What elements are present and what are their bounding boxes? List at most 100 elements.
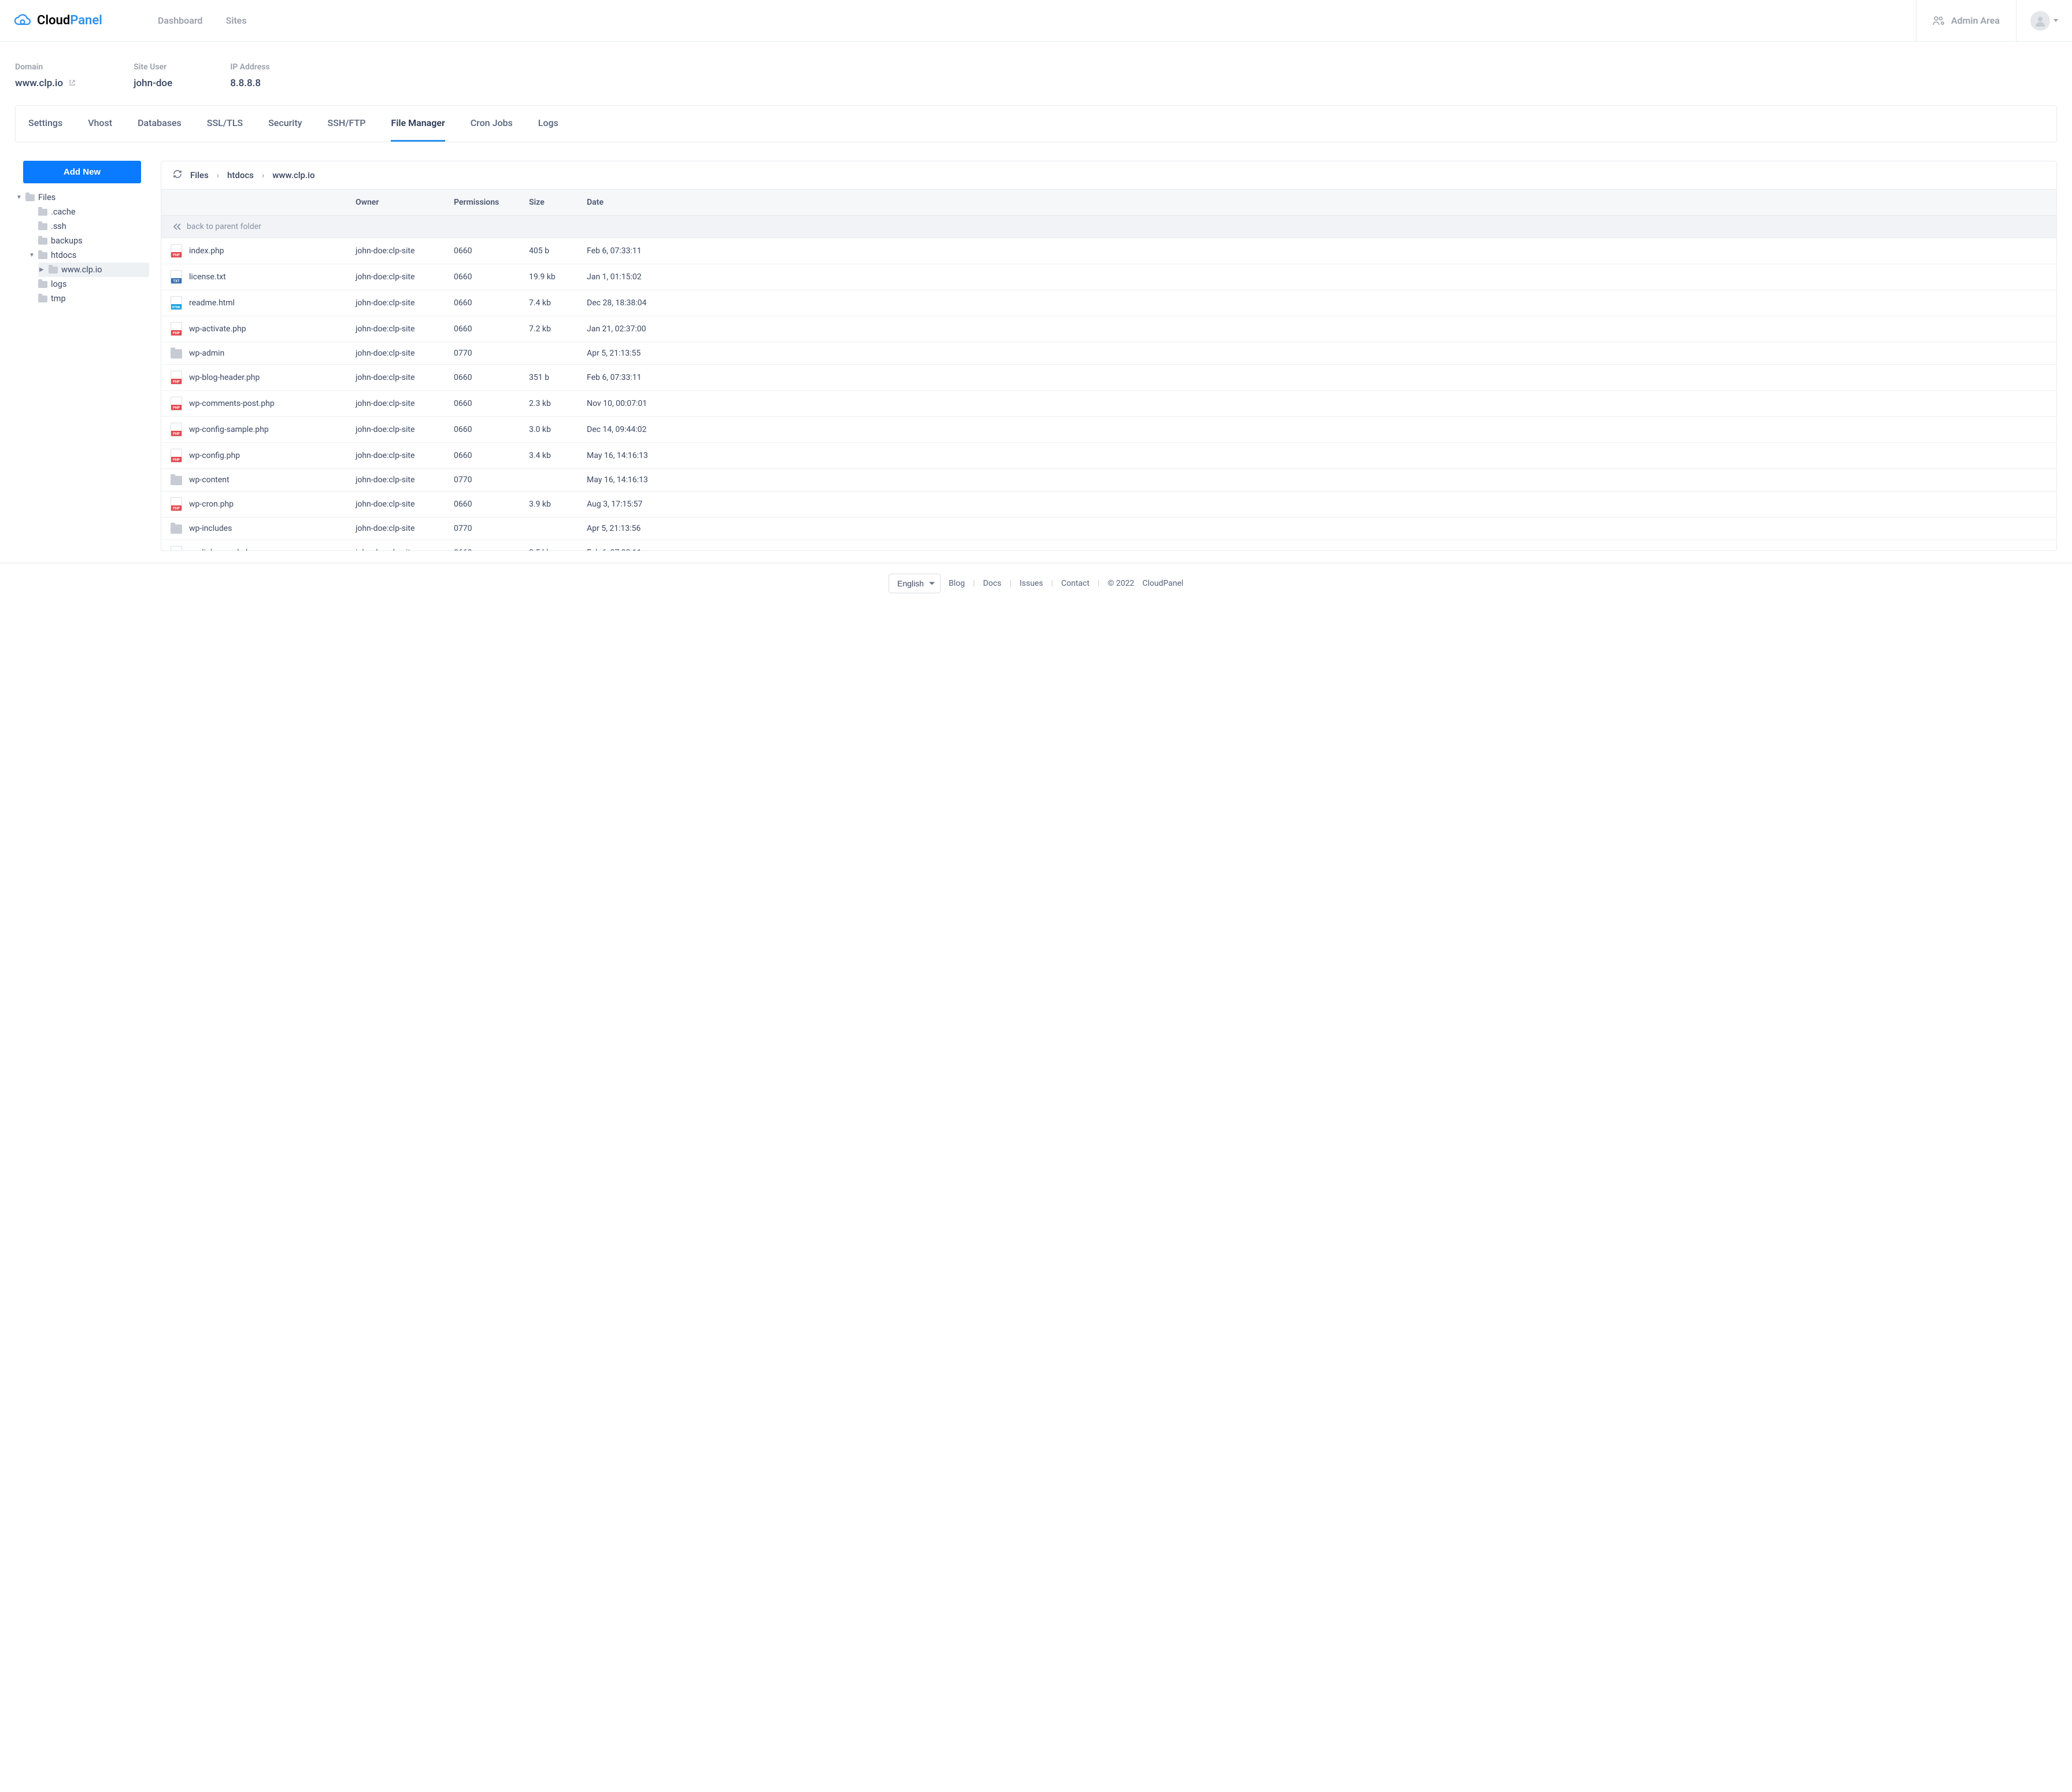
domain-value[interactable]: www.clp.io: [15, 77, 76, 89]
user-menu[interactable]: [2016, 0, 2072, 41]
footer-contact[interactable]: Contact: [1061, 579, 1090, 588]
sidebar: Add New ▼ Files .cache .ssh backups ▼htd…: [15, 161, 149, 551]
file-date: May 16, 14:16:13: [578, 470, 2056, 490]
tree-logs[interactable]: logs: [28, 277, 149, 291]
file-size: [520, 523, 578, 534]
tab-security[interactable]: Security: [268, 106, 302, 142]
file-name: wp-comments-post.php: [189, 399, 275, 408]
tab-settings[interactable]: Settings: [28, 106, 62, 142]
file-permissions: 0770: [445, 343, 520, 364]
tree-label: backups: [51, 236, 83, 246]
php-file-icon: [171, 423, 182, 437]
file-list[interactable]: index.phpjohn-doe:clp-site0660405 bFeb 6…: [161, 238, 2056, 550]
folder-icon: [38, 295, 47, 302]
footer: English Blog| Docs| Issues| Contact| © 2…: [0, 563, 2072, 604]
col-permissions[interactable]: Permissions: [445, 190, 520, 215]
file-row[interactable]: wp-activate.phpjohn-doe:clp-site06607.2 …: [161, 316, 2056, 342]
file-date: May 16, 14:16:13: [578, 445, 2056, 466]
folder-icon: [38, 238, 47, 245]
tree-root[interactable]: ▼ Files: [15, 190, 149, 205]
refresh-button[interactable]: [173, 169, 182, 181]
file-date: Feb 6, 07:33:11: [578, 367, 2056, 388]
site-user-label: Site User: [134, 62, 172, 72]
footer-issues[interactable]: Issues: [1020, 579, 1044, 588]
file-owner: john-doe:clp-site: [346, 393, 445, 414]
tree-label: .ssh: [51, 221, 66, 231]
file-row[interactable]: license.txtjohn-doe:clp-site066019.9 kbJ…: [161, 264, 2056, 290]
tree-ssh[interactable]: .ssh: [28, 219, 149, 234]
tab-cron[interactable]: Cron Jobs: [471, 106, 513, 142]
file-size: [520, 474, 578, 486]
file-date: Feb 6, 07:33:11: [578, 241, 2056, 261]
tab-ssl[interactable]: SSL/TLS: [207, 106, 243, 142]
file-row[interactable]: wp-cron.phpjohn-doe:clp-site06603.9 kbAu…: [161, 492, 2056, 518]
file-size: [520, 348, 578, 359]
file-row[interactable]: wp-comments-post.phpjohn-doe:clp-site066…: [161, 391, 2056, 417]
admin-area-label: Admin Area: [1951, 15, 2000, 26]
tab-file-manager[interactable]: File Manager: [391, 106, 445, 142]
file-permissions: 0660: [445, 267, 520, 287]
file-name: wp-cron.php: [189, 500, 234, 509]
expand-icon[interactable]: ▶: [39, 267, 45, 273]
col-owner[interactable]: Owner: [346, 190, 445, 215]
file-row[interactable]: wp-adminjohn-doe:clp-site0770Apr 5, 21:1…: [161, 342, 2056, 365]
file-row[interactable]: wp-config-sample.phpjohn-doe:clp-site066…: [161, 417, 2056, 443]
file-row[interactable]: wp-contentjohn-doe:clp-site0770May 16, 1…: [161, 469, 2056, 492]
collapse-icon[interactable]: ▼: [16, 194, 22, 201]
php-file-icon: [171, 397, 182, 411]
add-new-button[interactable]: Add New: [23, 161, 141, 183]
footer-blog[interactable]: Blog: [949, 579, 965, 588]
file-size: 7.4 kb: [520, 293, 578, 313]
admin-area-link[interactable]: Admin Area: [1916, 0, 2016, 41]
file-row[interactable]: index.phpjohn-doe:clp-site0660405 bFeb 6…: [161, 238, 2056, 264]
logo-text: CloudPanel: [37, 13, 102, 28]
tree-wwwclpio[interactable]: ▶www.clp.io: [38, 263, 149, 277]
file-row[interactable]: readme.htmljohn-doe:clp-site06607.4 kbDe…: [161, 290, 2056, 316]
refresh-icon: [173, 169, 182, 179]
language-select[interactable]: English: [889, 574, 941, 593]
col-name[interactable]: [161, 190, 346, 215]
col-size[interactable]: Size: [520, 190, 578, 215]
file-permissions: 0660: [445, 494, 520, 515]
collapse-icon[interactable]: ▼: [29, 252, 35, 258]
file-date: Jan 21, 02:37:00: [578, 319, 2056, 339]
nav-sites[interactable]: Sites: [225, 15, 246, 26]
file-row[interactable]: wp-includesjohn-doe:clp-site0770Apr 5, 2…: [161, 518, 2056, 540]
file-name: wp-content: [189, 475, 230, 485]
col-date[interactable]: Date: [578, 190, 2056, 215]
file-row[interactable]: wp-blog-header.phpjohn-doe:clp-site06603…: [161, 365, 2056, 391]
php-file-icon: [171, 244, 182, 258]
logo[interactable]: CloudPanel: [0, 13, 136, 28]
breadcrumb-htdocs[interactable]: htdocs: [227, 170, 254, 180]
tree-backups[interactable]: backups: [28, 234, 149, 248]
tree-htdocs[interactable]: ▼htdocs: [28, 248, 149, 263]
nav-dashboard[interactable]: Dashboard: [158, 15, 202, 26]
tree-tmp[interactable]: tmp: [28, 291, 149, 306]
tabs: Settings Vhost Databases SSL/TLS Securit…: [15, 105, 2057, 142]
php-file-icon: [171, 371, 182, 385]
file-size: 2.3 kb: [520, 393, 578, 414]
file-date: Jan 1, 01:15:02: [578, 267, 2056, 287]
tab-ssh[interactable]: SSH/FTP: [328, 106, 366, 142]
php-file-icon: [171, 449, 182, 463]
file-row[interactable]: wp-config.phpjohn-doe:clp-site06603.4 kb…: [161, 443, 2056, 469]
tab-databases[interactable]: Databases: [138, 106, 182, 142]
tree-cache[interactable]: .cache: [28, 205, 149, 219]
file-row[interactable]: wp-links-opml.phpjohn-doe:clp-site06602.…: [161, 540, 2056, 550]
ip-value: 8.8.8.8: [230, 77, 269, 89]
file-name: wp-blog-header.php: [189, 373, 260, 382]
file-permissions: 0660: [445, 419, 520, 440]
breadcrumb-root[interactable]: Files: [190, 170, 209, 180]
back-to-parent[interactable]: back to parent folder: [161, 216, 2056, 238]
tab-vhost[interactable]: Vhost: [88, 106, 112, 142]
language-select-wrap[interactable]: English: [889, 574, 941, 593]
footer-docs[interactable]: Docs: [983, 579, 1001, 588]
file-permissions: 0660: [445, 542, 520, 550]
file-size: 3.0 kb: [520, 419, 578, 440]
back-label: back to parent folder: [187, 222, 261, 231]
ip-label: IP Address: [230, 62, 269, 72]
tab-logs[interactable]: Logs: [538, 106, 558, 142]
file-owner: john-doe:clp-site: [346, 367, 445, 388]
file-owner: john-doe:clp-site: [346, 267, 445, 287]
tree-label: logs: [51, 279, 66, 289]
